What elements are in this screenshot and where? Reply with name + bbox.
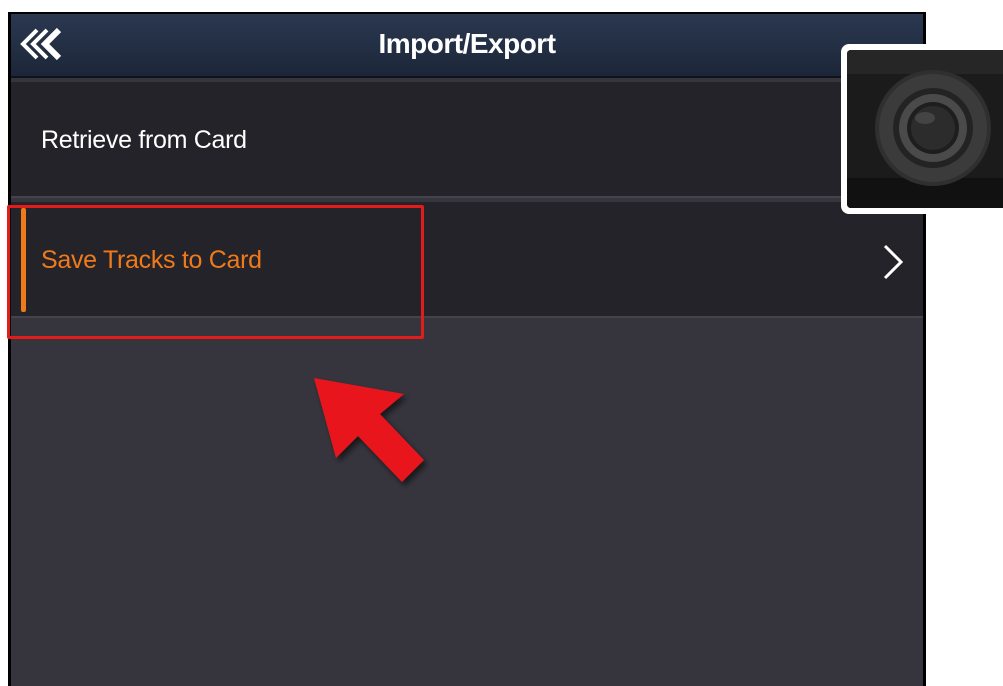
menu-item-save-tracks-to-card[interactable]: Save Tracks to Card: [11, 202, 923, 318]
page-title: Import/Export: [378, 28, 556, 59]
title-bar: Import/Export: [11, 14, 923, 78]
menu-item-label: Retrieve from Card: [41, 126, 247, 154]
menu-item-retrieve-from-card[interactable]: Retrieve from Card: [11, 82, 923, 198]
rotary-knob-icon: [847, 50, 1003, 208]
selection-indicator: [21, 208, 26, 312]
menu-item-label: Save Tracks to Card: [41, 246, 262, 274]
device-screen: Import/Export Retrieve from Card Save Tr…: [8, 12, 926, 686]
red-arrow-up-left-icon: [314, 378, 424, 482]
rotary-knob-photo: [841, 44, 1003, 214]
chevron-right-icon: [883, 244, 904, 280]
